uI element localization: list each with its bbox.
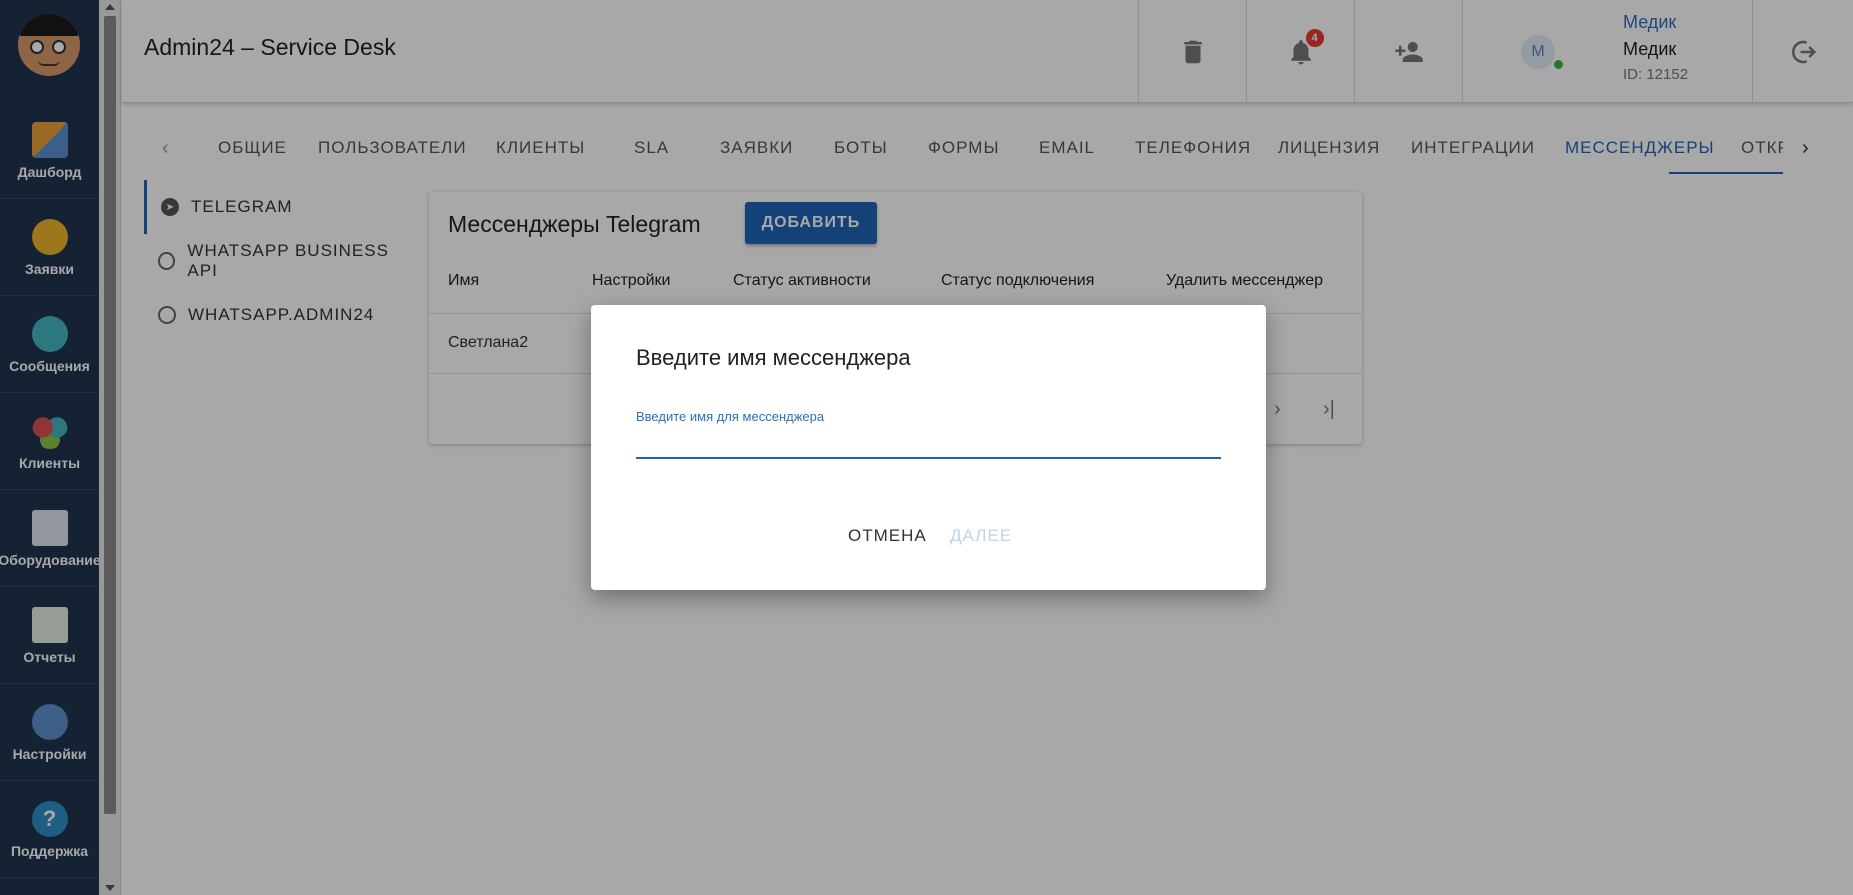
dialog-title: Введите имя мессенджера — [636, 345, 911, 370]
messenger-name-dialog: Введите имя мессенджера Введите имя для … — [591, 305, 1266, 590]
cancel-button[interactable]: ОТМЕНА — [848, 526, 927, 546]
messenger-name-input[interactable] — [636, 427, 1221, 459]
next-button[interactable]: ДАЛЕЕ — [950, 526, 1012, 546]
messenger-name-label: Введите имя для мессенджера — [636, 409, 825, 424]
